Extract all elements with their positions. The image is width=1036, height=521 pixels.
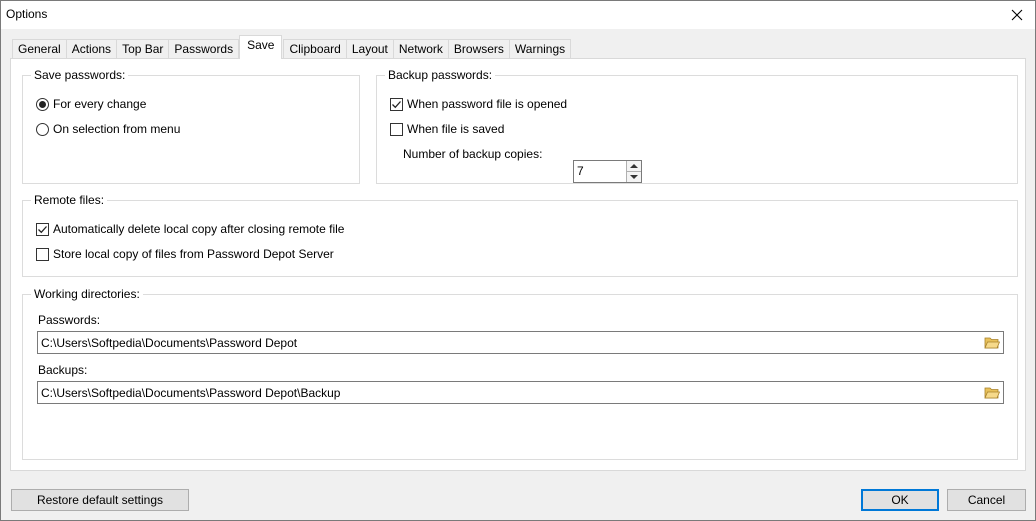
checkmark-icon xyxy=(38,225,47,233)
close-button[interactable] xyxy=(1005,3,1029,27)
backups-directory-field[interactable] xyxy=(37,381,1004,404)
title-bar: Options xyxy=(1,1,1035,29)
tab-browsers[interactable]: Browsers xyxy=(447,39,510,59)
save-tab-panel: Save passwords: For every change On sele… xyxy=(10,58,1026,471)
open-folder-icon[interactable] xyxy=(984,385,1000,400)
window-title: Options xyxy=(6,7,48,21)
tab-network[interactable]: Network xyxy=(392,39,449,59)
checkbox-auto-delete-local-copy[interactable]: Automatically delete local copy after cl… xyxy=(36,221,344,237)
passwords-directory-label: Passwords: xyxy=(38,313,101,327)
backups-directory-label: Backups: xyxy=(38,363,88,377)
checkmark-icon xyxy=(392,100,401,108)
checkbox-when-file-opened[interactable]: When password file is opened xyxy=(390,96,567,112)
checkbox[interactable] xyxy=(36,247,49,261)
backup-passwords-group: Backup passwords: When password file is … xyxy=(376,68,1018,184)
tab-passwords[interactable]: Passwords xyxy=(168,39,240,59)
close-icon xyxy=(1011,9,1023,21)
radio-label: On selection from menu xyxy=(53,122,181,136)
tab-layout[interactable]: Layout xyxy=(345,39,394,59)
checkbox-label: Store local copy of files from Password … xyxy=(53,247,334,261)
checkbox-label: When password file is opened xyxy=(407,97,568,111)
backup-copies-spinner[interactable]: 7 xyxy=(573,160,642,183)
checkbox[interactable] xyxy=(390,97,403,111)
working-directories-group: Working directories: Passwords: Backups: xyxy=(22,287,1018,460)
radio-button[interactable] xyxy=(36,97,49,111)
radio-button[interactable] xyxy=(36,122,49,136)
tab-strip: General Actions Top Bar Passwords Save C… xyxy=(12,35,572,59)
spinner-down-button[interactable] xyxy=(626,171,641,182)
ok-button[interactable]: OK xyxy=(861,489,939,511)
tab-top-bar[interactable]: Top Bar xyxy=(116,39,170,59)
checkbox-when-file-saved[interactable]: When file is saved xyxy=(390,121,504,137)
remote-files-group: Remote files: Automatically delete local… xyxy=(22,193,1018,277)
spinner-buttons xyxy=(626,161,641,182)
cancel-button[interactable]: Cancel xyxy=(947,489,1026,511)
checkbox[interactable] xyxy=(390,122,403,136)
checkbox[interactable] xyxy=(36,222,49,236)
backup-copies-label: Number of backup copies: xyxy=(403,147,543,161)
radio-for-every-change[interactable]: For every change xyxy=(36,96,146,112)
backups-directory-input[interactable] xyxy=(38,382,968,403)
checkbox-store-local-copy[interactable]: Store local copy of files from Password … xyxy=(36,246,334,262)
tab-clipboard[interactable]: Clipboard xyxy=(283,39,347,59)
arrow-up-icon xyxy=(630,164,638,168)
spinner-up-button[interactable] xyxy=(626,161,641,171)
group-title: Backup passwords: xyxy=(385,68,496,82)
restore-default-settings-button[interactable]: Restore default settings xyxy=(11,489,189,511)
group-title: Save passwords: xyxy=(31,68,129,82)
tab-warnings[interactable]: Warnings xyxy=(508,39,572,59)
radio-on-selection-from-menu[interactable]: On selection from menu xyxy=(36,121,180,137)
arrow-down-icon xyxy=(630,175,638,179)
spinner-value[interactable]: 7 xyxy=(577,164,584,178)
options-dialog: Options General Actions Top Bar Password… xyxy=(0,0,1036,521)
tab-actions[interactable]: Actions xyxy=(65,39,118,59)
checkbox-label: When file is saved xyxy=(407,122,505,136)
radio-label: For every change xyxy=(53,97,147,111)
radio-selected-dot xyxy=(39,100,46,108)
group-title: Remote files: xyxy=(31,193,108,207)
tab-general[interactable]: General xyxy=(12,39,67,59)
checkbox-label: Automatically delete local copy after cl… xyxy=(53,222,345,236)
open-folder-icon[interactable] xyxy=(984,335,1000,350)
passwords-directory-input[interactable] xyxy=(38,332,968,353)
passwords-directory-field[interactable] xyxy=(37,331,1004,354)
save-passwords-group: Save passwords: For every change On sele… xyxy=(22,68,360,184)
group-title: Working directories: xyxy=(31,287,143,301)
tab-save[interactable]: Save xyxy=(239,35,283,59)
